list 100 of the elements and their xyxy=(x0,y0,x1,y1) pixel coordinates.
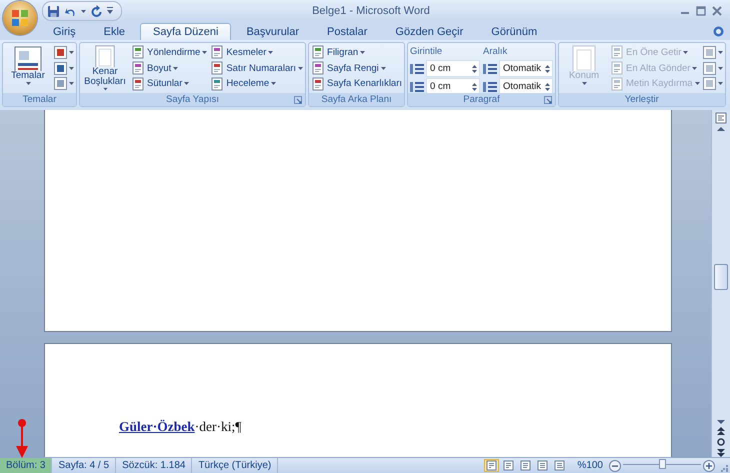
caret-icon xyxy=(69,81,74,86)
spacing-icon xyxy=(410,62,424,74)
theme-icon xyxy=(14,45,42,71)
caret-icon xyxy=(102,86,108,91)
caret-icon xyxy=(360,50,366,55)
annotation-arrow xyxy=(15,418,29,458)
group-label: Sayfa Yapısı xyxy=(166,94,220,105)
dialog-launcher-icon[interactable] xyxy=(294,96,302,104)
save-icon[interactable] xyxy=(47,4,60,18)
caret-icon[interactable] xyxy=(81,8,86,14)
spinner-icon[interactable] xyxy=(472,82,478,92)
caret-icon xyxy=(694,81,700,86)
page-icon xyxy=(610,61,624,75)
ribbon-button[interactable]: Kenar Boşlukları xyxy=(82,45,128,91)
zoom-slider-thumb[interactable] xyxy=(659,459,666,469)
caret-icon xyxy=(184,81,190,86)
redo-icon[interactable] xyxy=(90,4,103,18)
caret-icon xyxy=(298,66,304,70)
page-icon xyxy=(131,76,145,91)
page-icon xyxy=(131,61,145,75)
caret-icon xyxy=(268,50,274,55)
caret-icon xyxy=(26,81,30,86)
swatch-icon xyxy=(702,62,716,74)
ribbon-button[interactable]: Temalar xyxy=(5,45,51,91)
spinner-icon[interactable] xyxy=(472,64,478,74)
view-button[interactable] xyxy=(552,459,568,472)
page-icon xyxy=(311,45,326,60)
swatch-icon xyxy=(54,62,67,74)
ribbon-button[interactable]: Yönlendirme xyxy=(131,45,208,60)
icon-button[interactable] xyxy=(54,45,74,60)
ribbon-tab[interactable]: Ekle xyxy=(90,23,138,40)
page-icon xyxy=(131,45,145,60)
view-button[interactable] xyxy=(535,459,550,472)
office-button[interactable] xyxy=(3,1,37,35)
ribbon-button[interactable]: Boyut xyxy=(131,60,208,76)
page-icon xyxy=(610,76,624,91)
ribbon-button[interactable]: Heceleme xyxy=(210,76,304,92)
caret-icon xyxy=(718,81,723,86)
zoom-out-icon[interactable] xyxy=(609,460,621,472)
group-label: Sayfa Arka Planı xyxy=(321,94,392,105)
spacing-icon xyxy=(410,80,424,92)
view-icon xyxy=(520,460,532,471)
caret-icon xyxy=(683,50,688,55)
ribbon-tab[interactable]: Başvurular xyxy=(233,23,312,40)
group-label: Temalar xyxy=(22,94,56,105)
scroll-up-icon[interactable] xyxy=(717,126,725,132)
status-item: Türkçe (Türkiye) xyxy=(192,458,278,473)
caret-icon xyxy=(271,81,276,86)
ribbon-tab[interactable]: Giriş xyxy=(40,23,89,40)
page-icon xyxy=(311,76,326,91)
caret-icon xyxy=(692,66,698,70)
dialog-launcher-icon[interactable] xyxy=(544,96,552,104)
resize-grip-icon[interactable] xyxy=(721,465,728,472)
next-page-icon[interactable] xyxy=(717,448,725,457)
help-icon[interactable] xyxy=(713,26,724,37)
spinner-icon[interactable] xyxy=(545,82,550,92)
zoom-level[interactable]: %100 xyxy=(571,458,609,473)
icon-button[interactable] xyxy=(54,76,74,92)
view-icon xyxy=(486,460,498,471)
ribbon-button[interactable]: Filigran xyxy=(311,45,402,60)
window-title: Belge1 - Microsoft Word xyxy=(311,5,431,17)
caret-icon xyxy=(582,81,587,86)
caret-icon xyxy=(718,50,723,55)
view-icon xyxy=(503,460,514,471)
browse-object-icon[interactable] xyxy=(717,438,725,446)
spacing-icon xyxy=(483,62,498,74)
spin-field[interactable]: 0 cm xyxy=(426,60,480,77)
scroll-down-icon[interactable] xyxy=(717,419,725,425)
ribbon-tab[interactable]: Sayfa Düzeni xyxy=(140,23,232,40)
ribbon-button[interactable]: Sayfa Rengi xyxy=(311,60,402,76)
spacing-icon xyxy=(483,80,498,92)
customize-caret-icon[interactable] xyxy=(107,7,113,15)
icon-button[interactable] xyxy=(54,60,74,76)
swatch-icon xyxy=(54,77,67,90)
ribbon-button[interactable]: Sütunlar xyxy=(131,76,208,92)
spin-field[interactable]: Otomatik xyxy=(499,60,554,77)
view-button[interactable] xyxy=(484,459,500,472)
ribbon-tab[interactable]: Görünüm xyxy=(478,23,550,40)
view-icon xyxy=(537,460,548,471)
swatch-icon xyxy=(702,77,716,90)
ribbon-button[interactable]: Sayfa Kenarlıkları xyxy=(311,76,402,92)
ribbon-button[interactable]: Kesmeler xyxy=(210,45,304,60)
view-button[interactable] xyxy=(501,459,516,472)
scroll-thumb[interactable] xyxy=(714,264,728,290)
swatch-icon xyxy=(54,46,67,59)
maximize-icon[interactable] xyxy=(696,6,706,16)
ribbon-tab[interactable]: Gözden Geçir xyxy=(382,23,476,40)
ribbon-button[interactable]: Satır Numaraları xyxy=(210,60,304,76)
office-logo-icon xyxy=(11,9,29,27)
caret-icon xyxy=(718,66,723,70)
spinner-icon[interactable] xyxy=(545,64,550,74)
link[interactable]: Güler·Özbek xyxy=(119,419,195,434)
close-icon[interactable] xyxy=(712,6,722,16)
ruler-toggle-icon[interactable] xyxy=(715,112,727,124)
caret-icon xyxy=(69,50,74,55)
view-icon xyxy=(554,460,566,471)
previous-page-icon[interactable] xyxy=(717,427,725,436)
zoom-in-icon[interactable] xyxy=(703,460,715,472)
view-button[interactable] xyxy=(518,459,534,472)
ribbon-tab[interactable]: Postalar xyxy=(314,23,380,40)
